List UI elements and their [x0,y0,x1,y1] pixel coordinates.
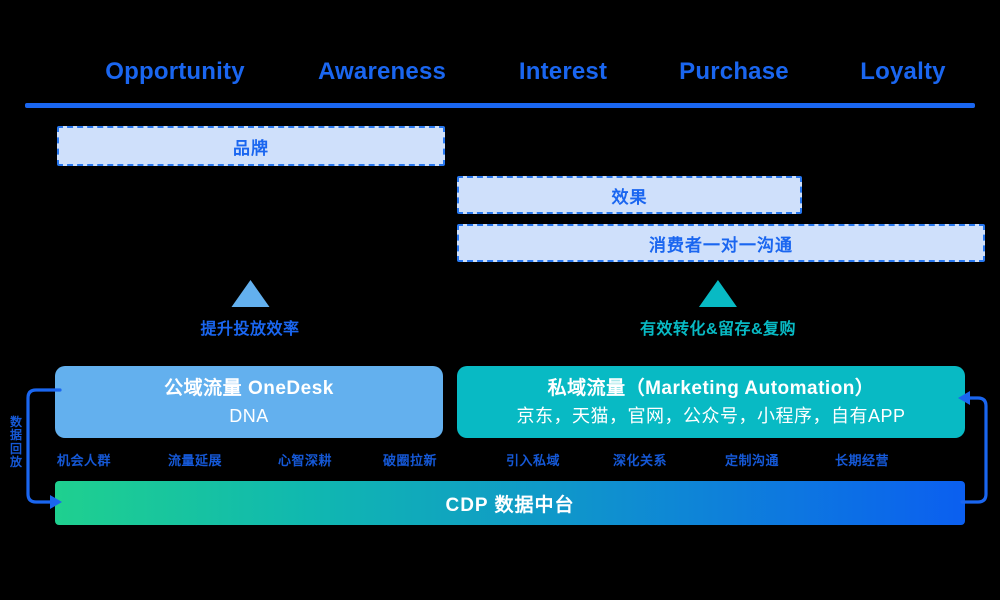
panel-public-traffic-title: 公域流量 OneDesk [164,378,334,400]
marker-left-caption: 提升投放效率 [200,321,300,338]
stage-label-interest: Interest [518,58,608,85]
objective-bar-brand: 品牌 [57,126,445,166]
objective-bar-performance: 效果 [457,176,802,214]
marker-improve-delivery-efficiency: 提升投放效率 [200,280,299,339]
objective-bar-one-to-one-label: 消费者一对一沟通 [649,235,793,255]
triangle-up-icon [230,280,269,307]
tick-label-long-term-operation: 长期经营 [834,453,890,468]
cdp-data-platform-bar: CDP 数据中台 [55,481,965,525]
triangle-up-icon [699,280,737,307]
customer-journey-diagram: Opportunity Awareness Interest Purchase … [0,0,1000,600]
journey-stage-header: Opportunity Awareness Interest Purchase … [25,58,975,100]
stage-label-purchase: Purchase [679,58,789,85]
feedback-loop-caption: 数据回放 [9,415,22,470]
stage-label-loyalty: Loyalty [860,58,946,85]
stage-label-awareness: Awareness [317,58,447,85]
journey-divider-line [25,103,975,108]
tick-label-breakout-acquisition: 破圈拉新 [382,453,438,468]
objective-bar-performance-label: 效果 [611,187,648,207]
marker-conversion-retention-repurchase: 有效转化&留存&复购 [640,280,796,339]
tick-label-bring-into-private: 引入私域 [505,453,561,468]
marker-right-caption: 有效转化&留存&复购 [639,321,797,338]
tick-label-deepen-relationship: 深化关系 [612,453,668,468]
tick-label-opportunity-audience: 机会人群 [56,453,112,468]
panel-public-traffic: 公域流量 OneDesk DNA [55,366,443,438]
objective-bar-brand-label: 品牌 [233,138,269,158]
panel-private-traffic-title: 私域流量（Marketing Automation） [547,378,875,400]
panel-public-traffic-subtitle: DNA [229,405,269,426]
feedback-loop-right [958,391,988,504]
tick-label-customized-communication: 定制沟通 [724,453,780,468]
tick-label-traffic-extension: 流量延展 [167,453,223,468]
stage-label-opportunity: Opportunity [105,58,245,85]
tick-label-mindshare-cultivation: 心智深耕 [277,453,333,468]
objective-bar-one-to-one: 消费者一对一沟通 [457,224,985,262]
panel-private-traffic-subtitle: 京东，天猫，官网，公众号，小程序，自有APP [516,405,906,426]
panel-private-traffic: 私域流量（Marketing Automation） 京东，天猫，官网，公众号，… [457,366,965,438]
cdp-data-platform-label: CDP 数据中台 [445,494,575,516]
